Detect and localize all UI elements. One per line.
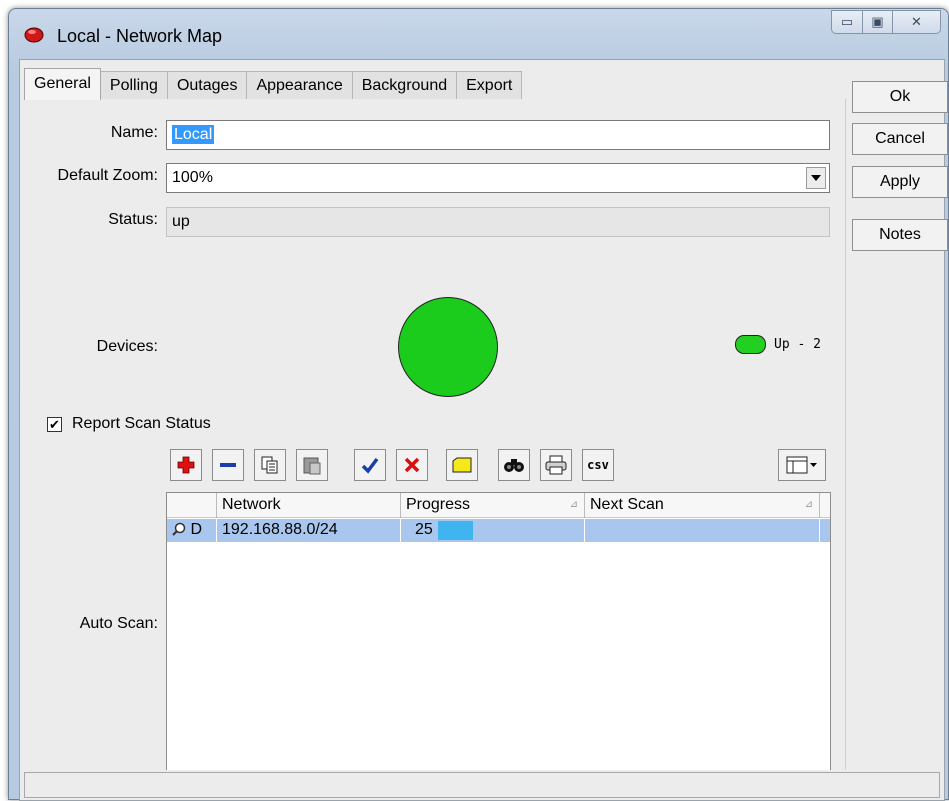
auto-scan-table[interactable]: Network Progress ⊿ Next Scan ⊿ D 192.168.8… [166, 492, 831, 798]
copy-icon [261, 456, 278, 474]
name-field[interactable]: Local [166, 120, 830, 150]
app-icon [24, 27, 44, 43]
legend-up-swatch [735, 335, 766, 354]
tab-export[interactable]: Export [456, 71, 523, 100]
paste-icon [303, 457, 321, 475]
default-zoom-label: Default Zoom: [57, 167, 158, 184]
name-label: Name: [110, 124, 158, 141]
status-bar [20, 770, 944, 800]
disable-icon [404, 457, 420, 473]
csv-icon: csv [587, 458, 609, 472]
default-zoom-select[interactable]: 100% [166, 163, 830, 193]
tab-background[interactable]: Background [351, 71, 458, 100]
row-next-scan [585, 519, 820, 542]
remove-button[interactable] [212, 449, 244, 481]
maximize-button[interactable]: ▣ [863, 10, 893, 34]
chevron-down-icon [811, 175, 821, 181]
row-progress-text: 25 [415, 521, 433, 538]
legend-up-text: Up - 2 [774, 337, 821, 352]
report-scan-status-checkbox[interactable]: ✔ [47, 416, 62, 432]
general-panel: Name: Local Default Zoom: 100% Status: u… [20, 99, 846, 798]
print-icon [545, 455, 567, 475]
sort-icon: ⊿ [804, 499, 813, 510]
copy-button[interactable] [254, 449, 286, 481]
table-header: Network Progress ⊿ Next Scan ⊿ [167, 493, 830, 518]
column-chooser-icon [786, 456, 817, 474]
row-network: 192.168.88.0/24 [217, 519, 401, 542]
ok-button[interactable]: Ok [852, 81, 948, 113]
row-progress-bar [438, 521, 473, 540]
dropdown-button[interactable] [806, 167, 826, 189]
paste-button[interactable] [296, 449, 328, 481]
report-scan-status-label: Report Scan Status [72, 415, 211, 432]
maximize-icon: ▣ [871, 14, 884, 29]
row-flag-d: D [190, 521, 203, 538]
row-flags: D [167, 519, 217, 542]
add-icon [177, 456, 195, 474]
enable-button[interactable] [354, 449, 386, 481]
window-title: Local - Network Map [57, 26, 223, 46]
remove-icon [220, 463, 236, 467]
cancel-button[interactable]: Cancel [852, 123, 948, 155]
minimize-button[interactable]: ▭ [831, 10, 863, 34]
scanning-icon [172, 522, 186, 536]
row-progress: 25 [401, 519, 585, 542]
title-bar[interactable]: Local - Network Map ▭ ▣ ✕ [9, 9, 948, 59]
dialog-client: General Polling Outages Appearance Backg… [19, 59, 948, 801]
sort-icon: ⊿ [569, 499, 578, 510]
close-icon: ✕ [911, 14, 922, 29]
comment-button[interactable] [446, 449, 478, 481]
column-next-scan[interactable]: Next Scan ⊿ [585, 493, 820, 518]
print-button[interactable] [540, 449, 572, 481]
default-zoom-value: 100% [172, 169, 213, 186]
auto-scan-label: Auto Scan: [79, 615, 158, 632]
export-csv-button[interactable]: csv [582, 449, 614, 481]
close-button[interactable]: ✕ [893, 10, 941, 34]
devices-label: Devices: [96, 338, 158, 355]
tab-polling[interactable]: Polling [99, 71, 168, 100]
network-map-window: Local - Network Map ▭ ▣ ✕ General Pollin… [8, 8, 949, 801]
table-row[interactable]: D 192.168.88.0/24 25 [167, 519, 830, 542]
find-button[interactable] [498, 449, 530, 481]
column-network[interactable]: Network [217, 493, 401, 518]
find-icon [504, 459, 524, 472]
devices-status-circle [398, 297, 498, 397]
column-progress[interactable]: Progress ⊿ [401, 493, 585, 518]
disable-button[interactable] [396, 449, 428, 481]
column-chooser-button[interactable] [778, 449, 826, 481]
status-bar-field [24, 772, 940, 798]
apply-button[interactable]: Apply [852, 166, 948, 198]
name-value: Local [172, 125, 215, 144]
comment-icon [452, 457, 472, 473]
report-scan-status-row[interactable]: ✔ Report Scan Status [47, 415, 211, 433]
devices-legend: Up - 2 [735, 335, 821, 354]
auto-scan-toolbar: csv [166, 449, 830, 485]
tab-outages[interactable]: Outages [166, 71, 248, 100]
status-label: Status: [108, 211, 158, 228]
tab-general[interactable]: General [24, 68, 101, 100]
tab-strip: General Polling Outages Appearance Backg… [24, 68, 523, 100]
status-field: up [166, 207, 830, 237]
notes-button[interactable]: Notes [852, 219, 948, 251]
minimize-icon: ▭ [840, 14, 854, 29]
column-flags[interactable] [167, 493, 217, 518]
add-button[interactable] [170, 449, 202, 481]
status-value: up [172, 213, 190, 230]
enable-icon [361, 457, 379, 474]
tab-appearance[interactable]: Appearance [246, 71, 353, 100]
